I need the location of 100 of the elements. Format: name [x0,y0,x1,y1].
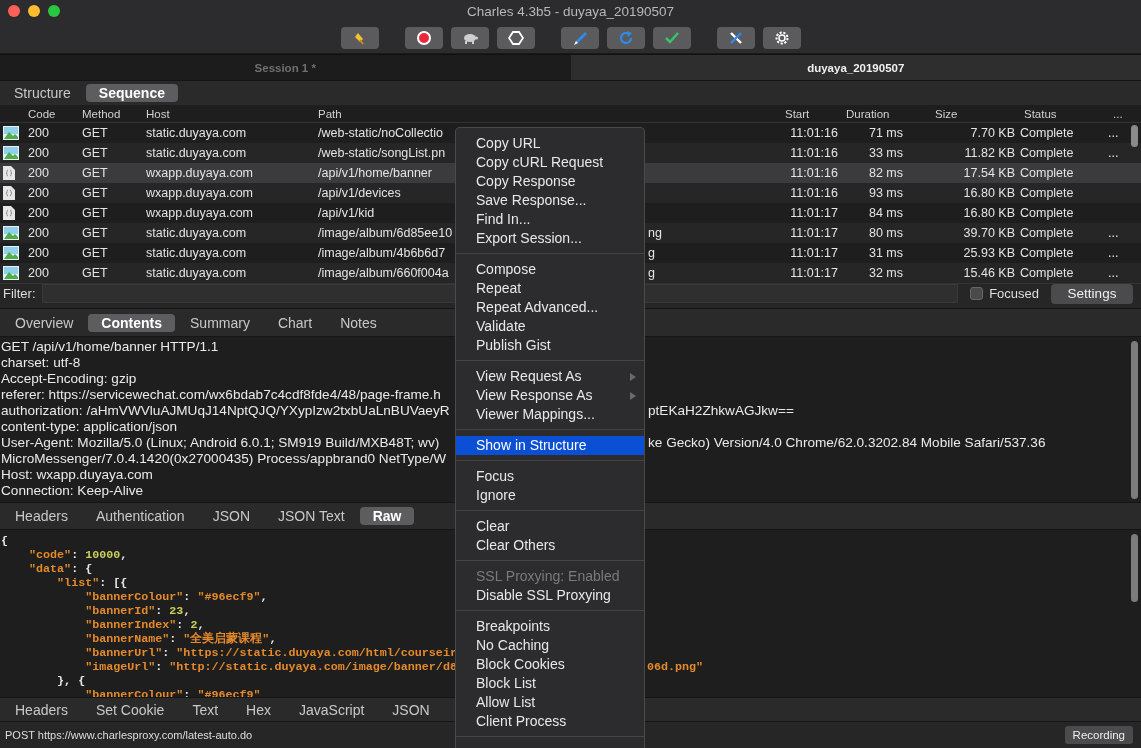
table-cell: /api/v1/home/banner [318,166,432,180]
more-indicator: ... [1108,246,1119,260]
table-cell: 31 ms [868,246,903,260]
table-cell: GET [82,186,108,200]
table-cell: 200 [28,246,49,260]
table-cell: 16.80 KB [963,186,1015,200]
table-cell: 80 ms [868,226,903,240]
table-cell: GET [82,126,108,140]
window-title: Charles 4.3b5 - duyaya_20190507 [465,3,676,19]
table-cell: 84 ms [868,206,903,220]
table-cell: /web-static/songList.pn [318,146,446,160]
table-cell: 11:01:17 [790,266,838,280]
table-cell: 71 ms [868,126,903,140]
table-cell: GET [82,266,108,280]
table-cell: 11:01:17 [790,246,838,260]
table-cell: /web-static/noCollectio [318,126,444,140]
code-line: { [1,534,8,548]
table-cell: 25.93 KB [963,246,1015,260]
table-cell: wxapp.duyaya.com [146,206,253,220]
table-cell: ng [648,226,662,240]
header-line: Host: wxapp.duyaya.com [1,467,153,483]
table-cell: Complete [1020,246,1074,260]
table-cell: Complete [1020,126,1074,140]
header-line: GET /api/v1/home/banner HTTP/1.1 [1,339,219,355]
code-line: }, { [56,674,86,688]
table-cell: Complete [1020,186,1074,200]
table-cell: g [648,266,655,280]
header-line: Accept-Encoding: gzip [1,371,137,387]
table-cell: 82 ms [868,166,903,180]
code-line: "bannerColour": "#96ecf9", [84,590,268,604]
table-cell: /image/album/660f004a [318,266,449,280]
code-line: "bannerUrl": "https://static.duyaya.com/html/courseir [84,646,457,660]
code-line: "list": [{ [56,576,128,590]
table-cell: /image/album/4b6b6d7 [318,246,446,260]
header-line: charset: utf-8 [1,355,81,371]
table-cell: static.duyaya.com [146,126,247,140]
table-cell: Complete [1020,146,1074,160]
table-cell: /image/album/6d85ee10 [318,226,453,240]
table-cell: static.duyaya.com [146,226,247,240]
table-cell: 33 ms [868,146,903,160]
table-cell: Complete [1020,266,1074,280]
table-cell: 93 ms [868,186,903,200]
table-cell: GET [82,246,108,260]
table-cell: 11:01:17 [790,226,838,240]
table-cell: wxapp.duyaya.com [146,166,253,180]
code-line: "data": { [28,562,93,576]
table-cell: g [648,246,655,260]
table-cell: Complete [1020,226,1074,240]
table-cell: 11.82 KB [964,146,1015,160]
code-line: "bannerName": "全美启蒙课程", [84,632,277,646]
table-cell: 200 [28,206,49,220]
table-cell: 32 ms [868,266,903,280]
table-cell: 200 [28,126,49,140]
table-cell: 11:01:16 [790,126,838,140]
header-line: Connection: Keep-Alive [1,483,144,499]
table-cell: wxapp.duyaya.com [146,186,253,200]
table-cell: 39.70 KB [963,226,1015,240]
code-line: 06d.png" [647,660,704,674]
header-line: User-Agent: Mozilla/5.0 (Linux; Android 6.0.1; SM919 Build/MXB48T; wv) [1,435,440,451]
header-line: MicroMessenger/7.0.4.1420(0x27000435) Process/appbrand0 NetType/W [1,451,447,467]
more-indicator: ... [1108,266,1119,280]
table-cell: 7.70 KB [970,126,1015,140]
table-cell: 17.54 KB [963,166,1015,180]
code-line: "imageUrl": "http://static.duyaya.com/image/banner/d8 [84,660,457,674]
table-cell: 200 [28,186,49,200]
header-line: authorization: /aHmVWVluAJMUqJ14NptQJQ/YXypIzw2txbUaLnBUVaeyR [1,403,450,419]
table-cell: GET [82,166,108,180]
table-cell: 16.80 KB [963,206,1015,220]
checkbox-label: Focused [989,286,1039,301]
more-indicator: ... [1108,126,1119,140]
table-cell: Complete [1020,166,1074,180]
table-cell: 11:01:16 [790,186,838,200]
table-cell: 200 [28,166,49,180]
table-cell: GET [82,206,108,220]
table-cell: Complete [1020,206,1074,220]
table-cell: 200 [28,226,49,240]
code-line: "code": 10000, [28,548,128,562]
table-cell: 15.46 KB [963,266,1015,280]
status-text: POST https://www.charlesproxy.com/latest-auto.do [5,729,254,741]
code-line: "bannerId": 23, [84,604,191,618]
code-line: "bannerIndex": 2, [84,618,205,632]
header-line: ke Gecko) Version/4.0 Chrome/62.0.3202.84 Mobile Safari/537.36 [648,435,1046,451]
header-line: content-type: application/json [1,419,178,435]
table-cell: static.duyaya.com [146,246,247,260]
table-cell: 200 [28,146,49,160]
header-line: ptEKaH2ZhkwAGJkw== [648,403,794,419]
table-cell: 11:01:16 [790,146,838,160]
table-cell: 11:01:17 [790,206,838,220]
table-cell: 200 [28,266,49,280]
table-cell: /api/v1/kid [318,206,375,220]
more-indicator: ... [1108,226,1119,240]
filter-label: Filter: [3,286,36,301]
header-line: referer: https://servicewechat.com/wx6bdab7c4cdf8fde4/48/page-frame.h [1,387,441,403]
table-cell: static.duyaya.com [146,266,247,280]
more-indicator: ... [1108,146,1119,160]
table-cell: /api/v1/devices [318,186,401,200]
table-cell: GET [82,146,108,160]
table-cell: GET [82,226,108,240]
table-cell: static.duyaya.com [146,146,247,160]
table-cell: 11:01:16 [790,166,838,180]
